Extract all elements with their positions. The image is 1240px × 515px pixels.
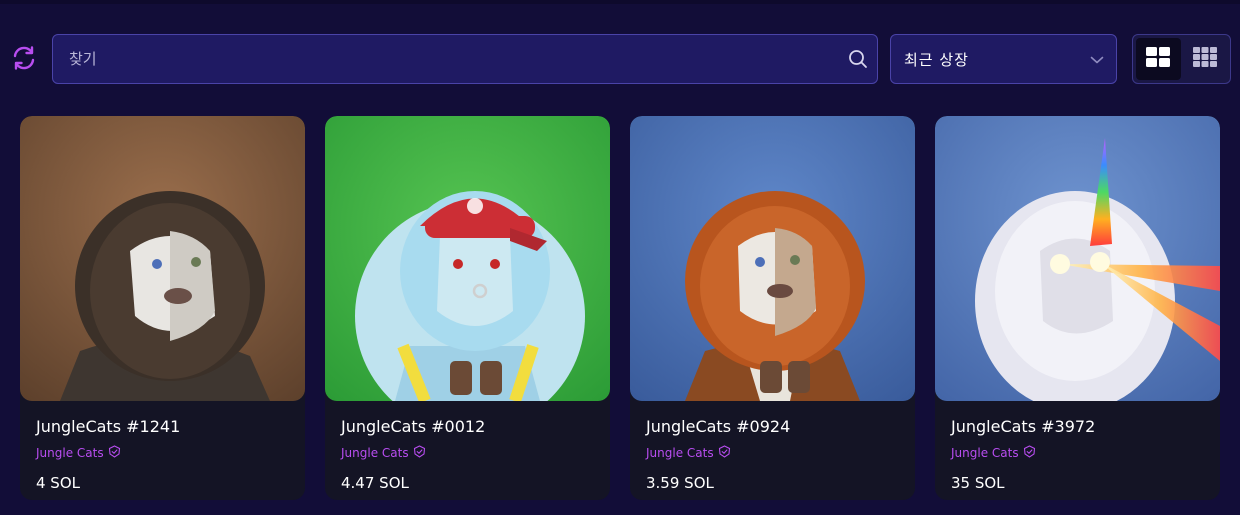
collection-link[interactable]: Jungle Cats <box>341 443 594 462</box>
collection-link[interactable]: Jungle Cats <box>36 443 289 462</box>
nft-image <box>325 116 610 401</box>
nft-card[interactable]: JungleCats #0924 Jungle Cats 3.59 SOL <box>630 116 915 500</box>
nft-image <box>630 116 915 401</box>
view-toggle <box>1132 34 1231 84</box>
collection-link[interactable]: Jungle Cats <box>646 443 899 462</box>
nft-title: JungleCats #1241 <box>36 417 181 436</box>
large-grid-icon <box>1145 46 1171 72</box>
nft-price: 3.59 SOL <box>646 474 714 492</box>
collection-name: Jungle Cats <box>341 445 409 460</box>
verified-badge-icon <box>718 443 731 462</box>
sort-dropdown[interactable]: 최근 상장 <box>890 34 1117 84</box>
search-input[interactable] <box>53 35 847 83</box>
sort-selected-value: 최근 상장 <box>904 50 969 69</box>
collection-name: Jungle Cats <box>951 445 1019 460</box>
collection-name: Jungle Cats <box>646 445 714 460</box>
nft-card[interactable]: JungleCats #1241 Jungle Cats 4 SOL <box>20 116 305 500</box>
nft-image <box>935 116 1220 401</box>
refresh-icon <box>11 45 37 75</box>
collection-link[interactable]: Jungle Cats <box>951 443 1204 462</box>
nft-title: JungleCats #3972 <box>951 417 1096 436</box>
nft-image <box>20 116 305 401</box>
verified-badge-icon <box>108 443 121 462</box>
nft-title: JungleCats #0924 <box>646 417 791 436</box>
nft-card-grid: JungleCats #1241 Jungle Cats 4 SOL Jungl… <box>20 116 1220 500</box>
refresh-button[interactable] <box>10 45 37 75</box>
small-grid-icon <box>1192 46 1218 72</box>
verified-badge-icon <box>413 443 426 462</box>
verified-badge-icon <box>1023 443 1036 462</box>
nft-price: 4 SOL <box>36 474 80 492</box>
chevron-down-icon <box>1090 50 1104 69</box>
large-grid-view-button[interactable] <box>1136 38 1181 80</box>
collection-name: Jungle Cats <box>36 445 104 460</box>
nft-card[interactable]: JungleCats #0012 Jungle Cats 4.47 SOL <box>325 116 610 500</box>
search-icon[interactable] <box>847 48 869 70</box>
nft-card[interactable]: JungleCats #3972 Jungle Cats 35 SOL <box>935 116 1220 500</box>
search-box <box>52 34 878 84</box>
nft-title: JungleCats #0012 <box>341 417 486 436</box>
nft-price: 35 SOL <box>951 474 1005 492</box>
top-border <box>0 0 1240 4</box>
small-grid-view-button[interactable] <box>1183 38 1228 80</box>
nft-price: 4.47 SOL <box>341 474 409 492</box>
